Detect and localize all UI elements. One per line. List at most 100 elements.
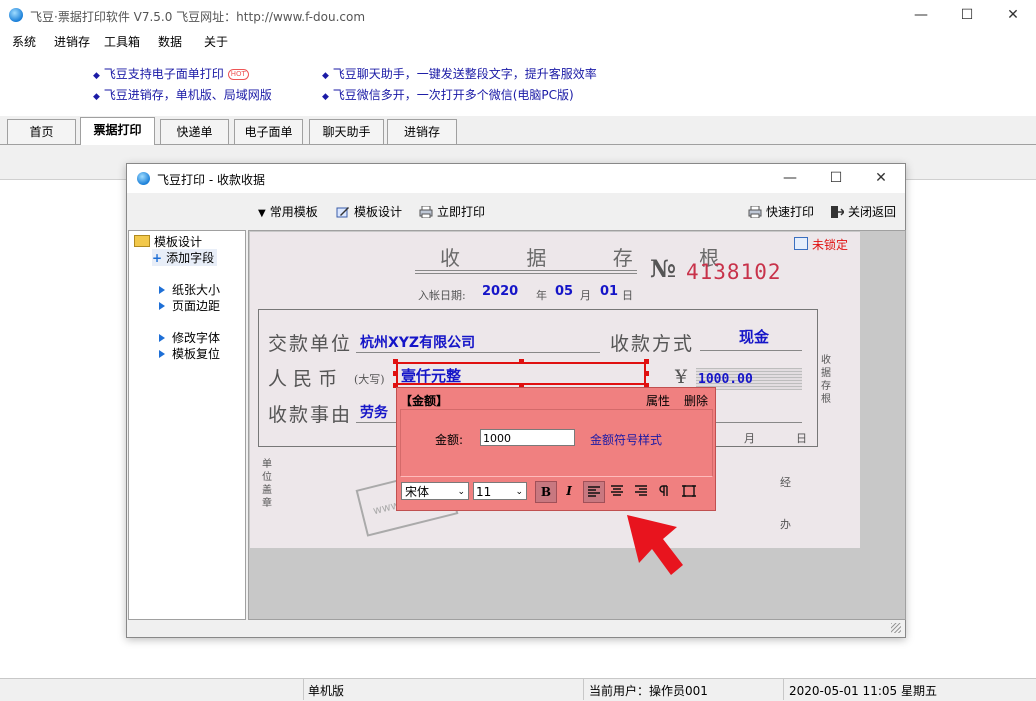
print-now-button[interactable]: 立即打印	[419, 203, 485, 220]
maximize-button[interactable]: ☐	[944, 0, 990, 30]
properties-button[interactable]: 属性	[646, 392, 670, 409]
bold-button[interactable]: B	[535, 481, 557, 503]
templates-button[interactable]: ▼ 常用模板	[258, 203, 318, 220]
window-title: 飞豆·票据打印软件 V7.5.0 飞豆网址：http://www.f-dou.c…	[30, 10, 366, 24]
delete-button[interactable]: 删除	[684, 392, 708, 409]
field-editor-popup: 【金额】 属性 删除 金额: 1000 金额符号样式 宋体 ⌄ 11 ⌄ B I	[396, 387, 716, 511]
tab-express[interactable]: 快递单	[160, 119, 229, 144]
title-underline	[415, 270, 637, 271]
date-month[interactable]: 05	[555, 284, 573, 299]
menu-toolbox[interactable]: 工具箱	[104, 33, 140, 50]
chevron-down-icon: ⌄	[515, 487, 523, 497]
align-left-button[interactable]	[583, 481, 605, 503]
dialog-close-button[interactable]: ✕	[858, 164, 904, 193]
font-size-select[interactable]: 11 ⌄	[473, 482, 527, 500]
tab-home[interactable]: 首页	[7, 119, 76, 144]
exit-door-icon	[831, 206, 844, 218]
arrow-right-icon	[159, 334, 165, 342]
menu-system[interactable]: 系统	[12, 33, 36, 50]
printer-icon	[748, 206, 762, 218]
lock-status[interactable]: 未锁定	[794, 236, 848, 253]
tab-chat-assistant[interactable]: 聊天助手	[309, 119, 384, 144]
promo-link-waybill[interactable]: 飞豆支持电子面单打印	[104, 67, 224, 81]
dialog-title: 飞豆打印 - 收款收据	[157, 173, 265, 187]
status-datetime: 2020-05-01 11:05 星期五	[789, 684, 937, 698]
bullet-icon: ◆	[322, 71, 329, 81]
dialog-minimize-button[interactable]: —	[767, 164, 813, 193]
resize-grip-icon[interactable]	[891, 623, 901, 633]
arrow-right-icon	[159, 350, 165, 358]
receipt-dialog: 飞豆打印 - 收款收据 — ☐ ✕ ▼ 常用模板 模板设计 立即打印 快速打印 关…	[126, 163, 906, 638]
arrow-pointer-icon	[627, 515, 683, 575]
menu-data[interactable]: 数据	[158, 33, 182, 50]
title-underline	[415, 273, 637, 274]
font-select[interactable]: 宋体 ⌄	[401, 482, 469, 500]
month-unit: 月	[580, 289, 591, 302]
tab-inventory[interactable]: 进销存	[387, 119, 457, 144]
quick-print-button[interactable]: 快速打印	[748, 203, 814, 220]
method-label: 收款方式	[610, 333, 695, 355]
close-button[interactable]: ✕	[990, 0, 1036, 30]
date-day[interactable]: 01	[600, 284, 618, 299]
promo-link-chat-assistant[interactable]: 飞豆聊天助手，一键发送整段文字，提升客服效率	[333, 67, 597, 81]
method-value[interactable]: 现金	[739, 326, 769, 347]
reason-value[interactable]: 劳务	[360, 402, 388, 422]
tab-receipt-print[interactable]: 票据打印	[80, 117, 155, 145]
method-underline	[700, 350, 802, 351]
bullet-icon: ◆	[322, 92, 329, 102]
resize-handle[interactable]	[644, 371, 649, 376]
resize-handle[interactable]	[393, 371, 398, 376]
tree-item-change-font[interactable]: 修改字体	[159, 329, 220, 346]
arrow-right-icon	[159, 286, 165, 294]
align-right-button[interactable]	[631, 481, 651, 501]
payer-label: 交款单位	[268, 333, 353, 355]
fit-size-button[interactable]	[679, 481, 699, 501]
chevron-down-icon: ⌄	[457, 487, 465, 497]
template-design-button[interactable]: 模板设计	[336, 203, 402, 220]
design-pen-icon	[336, 207, 349, 218]
promo-area: ◆ 飞豆支持电子面单打印 HOT ◆ 飞豆进销存，单机版、局域网版 ◆ 飞豆聊天助…	[0, 50, 1036, 117]
minimize-button[interactable]: —	[898, 0, 944, 30]
tree-item-template-reset[interactable]: 模板复位	[159, 345, 220, 362]
amount-field-label: 金额:	[435, 433, 464, 447]
bullet-icon: ◆	[93, 71, 100, 81]
tree-root-template-design[interactable]: 模板设计	[134, 233, 202, 250]
symbol-style-link[interactable]: 金额符号样式	[590, 431, 662, 448]
design-canvas[interactable]: 收 据 存 根 № 4138102 入帐日期: 2020 年 05 月 01 日…	[248, 230, 906, 620]
promo-link-inventory[interactable]: 飞豆进销存，单机版、局域网版	[104, 88, 272, 102]
tree-item-paper-size[interactable]: 纸张大小	[159, 281, 220, 298]
paragraph-button[interactable]	[655, 481, 675, 501]
italic-button[interactable]: I	[559, 481, 579, 501]
date-year[interactable]: 2020	[482, 284, 518, 299]
tab-bar: 首页 票据打印 快递单 电子面单 聊天助手 进销存	[0, 116, 1036, 145]
resize-handle[interactable]	[393, 359, 398, 364]
amount-words-value[interactable]: 壹仟元整	[401, 365, 461, 386]
promo-link-wechat-multi[interactable]: 飞豆微信多开，一次打开多个微信(电脑PC版)	[333, 88, 574, 102]
resize-handle[interactable]	[519, 359, 524, 364]
date-label: 入帐日期:	[418, 289, 466, 302]
plus-icon: +	[152, 251, 163, 265]
printer-icon	[419, 206, 433, 218]
yen-symbol: ¥	[675, 366, 688, 388]
bottom-month-unit: 月	[744, 432, 755, 445]
dialog-title-bar: 飞豆打印 - 收款收据 — ☐ ✕	[127, 164, 905, 193]
hot-badge: HOT	[227, 69, 249, 80]
menu-about[interactable]: 关于	[204, 33, 228, 50]
tree-item-page-margin[interactable]: 页面边距	[159, 297, 220, 314]
amount-input[interactable]: 1000	[480, 429, 575, 446]
close-return-button[interactable]: 关闭返回	[830, 203, 896, 220]
status-separator	[783, 678, 784, 700]
menu-inventory[interactable]: 进销存	[54, 33, 90, 50]
resize-handle[interactable]	[644, 359, 649, 364]
dialog-maximize-button[interactable]: ☐	[813, 164, 859, 193]
day-unit: 日	[622, 289, 633, 302]
tree-item-add-field[interactable]: + 添加字段	[152, 249, 218, 266]
amount-value[interactable]: 1000.00	[698, 372, 753, 387]
selected-field-box[interactable]: 壹仟元整	[396, 362, 646, 385]
payer-value[interactable]: 杭州XYZ有限公司	[360, 332, 475, 352]
dialog-toolbar: ▼ 常用模板 模板设计 立即打印 快速打印 关闭返回	[127, 194, 905, 228]
tab-e-waybill[interactable]: 电子面单	[234, 119, 303, 144]
arrow-right-icon	[159, 302, 165, 310]
bullet-icon: ◆	[93, 92, 100, 102]
align-center-button[interactable]	[607, 481, 627, 501]
